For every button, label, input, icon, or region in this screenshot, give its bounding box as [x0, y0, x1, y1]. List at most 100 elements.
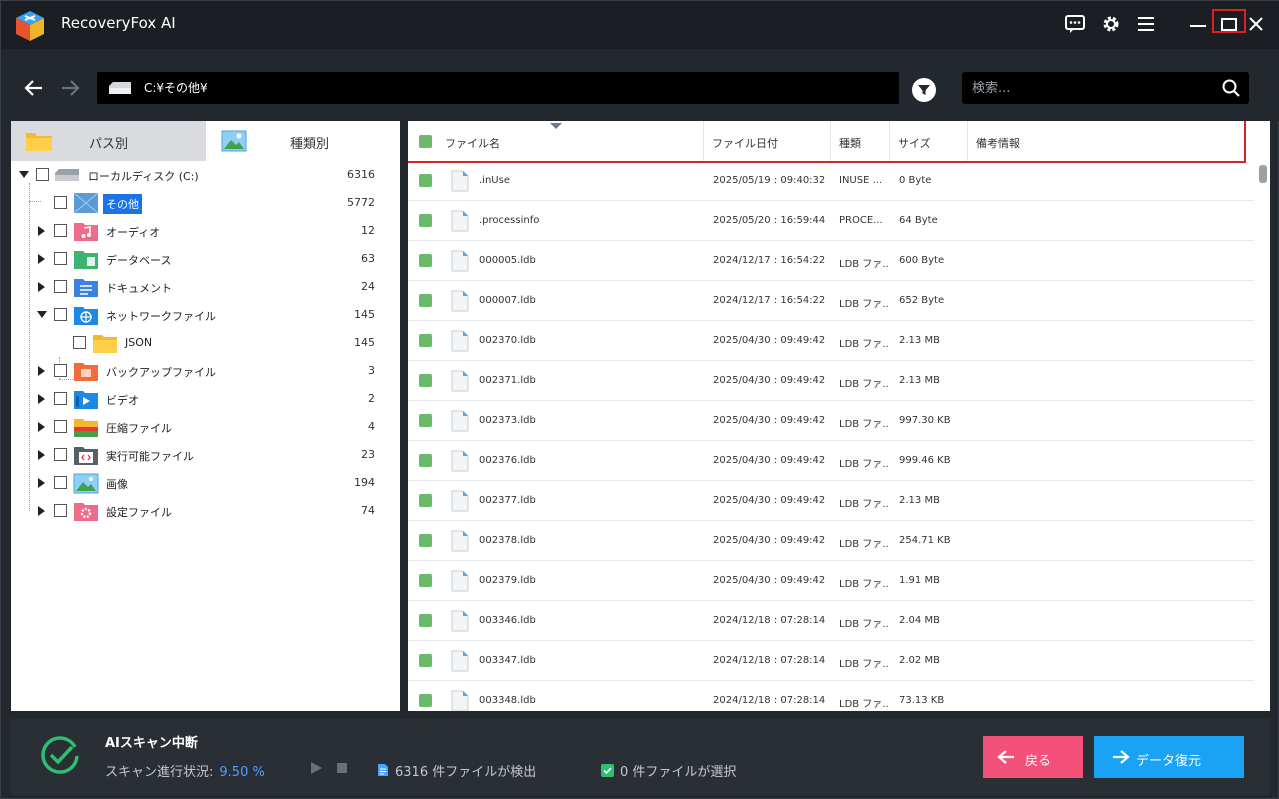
maximize-icon[interactable] [1216, 11, 1242, 37]
row-checkbox[interactable] [419, 294, 432, 307]
column-notes[interactable]: 備考情報 [968, 121, 1254, 163]
checkbox[interactable] [54, 392, 67, 405]
back-arrow-icon[interactable] [21, 75, 47, 101]
row-checkbox[interactable] [419, 654, 432, 667]
checkbox[interactable] [54, 448, 67, 461]
table-row[interactable]: 002377.ldb 2025/04/30 : 09:49:42 LDB ファ...… [408, 481, 1254, 521]
row-checkbox[interactable] [419, 214, 432, 227]
cell-type: LDB ファ... [839, 539, 889, 550]
search-input[interactable] [972, 78, 1212, 98]
collapsed-arrow-icon[interactable] [38, 394, 46, 404]
tree-node-other[interactable]: その他 5772 [11, 189, 400, 217]
back-label: 戻る [1025, 753, 1052, 768]
stop-icon[interactable] [335, 761, 349, 775]
checkbox[interactable] [54, 224, 67, 237]
checkbox[interactable] [54, 196, 67, 209]
tree-node-network[interactable]: ネットワークファイル 145 [11, 301, 400, 329]
database-folder-icon [74, 251, 98, 269]
feedback-icon[interactable] [1062, 11, 1088, 37]
checkbox[interactable] [54, 504, 67, 517]
checkbox[interactable] [54, 252, 67, 265]
table-row[interactable]: 002373.ldb 2025/04/30 : 09:49:42 LDB ファ...… [408, 401, 1254, 441]
recover-button[interactable]: データ復元 [1094, 736, 1244, 778]
cell-date: 2025/04/30 : 09:49:42 [713, 575, 826, 586]
settings-gear-icon[interactable] [1098, 11, 1124, 37]
table-row[interactable]: .processinfo 2025/05/20 : 16:59:44 PROCE..… [408, 201, 1254, 241]
tree-count: 12 [361, 224, 375, 237]
tree-node-audio[interactable]: オーディオ 12 [11, 217, 400, 245]
tree-node-video[interactable]: ビデオ 2 [11, 385, 400, 413]
row-checkbox[interactable] [419, 374, 432, 387]
forward-arrow-icon[interactable] [57, 75, 83, 101]
checkbox[interactable] [36, 168, 49, 181]
table-row[interactable]: 000005.ldb 2024/12/17 : 16:54:22 LDB ファ...… [408, 241, 1254, 281]
row-checkbox[interactable] [419, 574, 432, 587]
table-row[interactable]: 000007.ldb 2024/12/17 : 16:54:22 LDB ファ...… [408, 281, 1254, 321]
collapsed-arrow-icon[interactable] [38, 254, 46, 264]
path-bar[interactable]: C:¥その他¥ [97, 72, 899, 104]
table-row[interactable]: 003346.ldb 2024/12/18 : 07:28:14 LDB ファ...… [408, 601, 1254, 641]
row-checkbox[interactable] [419, 334, 432, 347]
table-row[interactable]: 002376.ldb 2025/04/30 : 09:49:42 LDB ファ...… [408, 441, 1254, 481]
checkbox[interactable] [54, 280, 67, 293]
collapsed-arrow-icon[interactable] [38, 226, 46, 236]
filter-icon[interactable] [912, 78, 936, 102]
tree-node-compressed[interactable]: 圧縮ファイル 4 [11, 413, 400, 441]
column-size[interactable]: サイズ [890, 121, 968, 163]
tree-node-settings[interactable]: 設定ファイル 74 [11, 497, 400, 525]
tree-node-local-disk[interactable]: ローカルディスク (C:) 6316 [11, 161, 400, 189]
tab-by-path[interactable]: パス別 [11, 121, 206, 161]
table-row[interactable]: 003348.ldb 2024/12/18 : 07:28:14 LDB ファ...… [408, 681, 1254, 711]
row-checkbox[interactable] [419, 414, 432, 427]
menu-icon[interactable] [1133, 11, 1159, 37]
row-checkbox[interactable] [419, 494, 432, 507]
tree-node-document[interactable]: ドキュメント 24 [11, 273, 400, 301]
row-checkbox[interactable] [419, 534, 432, 547]
expanded-arrow-icon[interactable] [19, 171, 29, 179]
table-row[interactable]: 002370.ldb 2025/04/30 : 09:49:42 LDB ファ...… [408, 321, 1254, 361]
tab-by-type[interactable]: 種類別 [206, 121, 400, 161]
table-row[interactable]: 002379.ldb 2025/04/30 : 09:49:42 LDB ファ...… [408, 561, 1254, 601]
table-row[interactable]: 003347.ldb 2024/12/18 : 07:28:14 LDB ファ...… [408, 641, 1254, 681]
tree-node-image[interactable]: 画像 194 [11, 469, 400, 497]
table-row[interactable]: 002378.ldb 2025/04/30 : 09:49:42 LDB ファ...… [408, 521, 1254, 561]
search-icon[interactable] [1221, 78, 1241, 98]
column-date[interactable]: ファイル日付 [704, 121, 831, 163]
document-icon [378, 764, 388, 776]
row-checkbox[interactable] [419, 614, 432, 627]
tree-node-backup[interactable]: バックアップファイル 3 [11, 357, 400, 385]
expanded-arrow-icon[interactable] [37, 311, 47, 319]
tree-node-executable[interactable]: 実行可能ファイル 23 [11, 441, 400, 469]
collapsed-arrow-icon[interactable] [38, 422, 46, 432]
column-name[interactable]: ファイル名 [408, 121, 704, 163]
row-checkbox[interactable] [419, 454, 432, 467]
collapsed-arrow-icon[interactable] [38, 478, 46, 488]
column-type[interactable]: 種類 [831, 121, 890, 163]
checkbox[interactable] [54, 476, 67, 489]
tree-node-database[interactable]: データベース 63 [11, 245, 400, 273]
tree-node-json[interactable]: JSON 145 [11, 329, 400, 357]
scrollbar-thumb[interactable] [1259, 165, 1267, 183]
app-window: RecoveryFox AI C:¥その他¥ 検索... パス別 種類別 ローカ… [0, 0, 1279, 799]
checkbox[interactable] [54, 364, 67, 377]
select-all-checkbox[interactable] [419, 135, 432, 148]
table-row[interactable]: .inUse 2025/05/19 : 09:40:32 INUSE ... 0 By… [408, 161, 1254, 201]
minimize-icon[interactable] [1185, 11, 1211, 37]
collapsed-arrow-icon[interactable] [38, 282, 46, 292]
checkbox[interactable] [54, 308, 67, 321]
table-row[interactable]: 002371.ldb 2025/04/30 : 09:49:42 LDB ファ...… [408, 361, 1254, 401]
close-icon[interactable] [1243, 11, 1269, 37]
row-checkbox[interactable] [419, 694, 432, 707]
checkbox[interactable] [54, 420, 67, 433]
collapsed-arrow-icon[interactable] [38, 366, 46, 376]
cell-name: 000005.ldb [479, 255, 536, 266]
row-checkbox[interactable] [419, 174, 432, 187]
collapsed-arrow-icon[interactable] [38, 506, 46, 516]
back-button[interactable]: 戻る [983, 736, 1083, 778]
vertical-scrollbar[interactable] [1256, 163, 1270, 711]
collapsed-arrow-icon[interactable] [38, 450, 46, 460]
cell-size: 997.30 KB [899, 415, 951, 426]
checkbox[interactable] [73, 336, 86, 349]
row-checkbox[interactable] [419, 254, 432, 267]
play-icon[interactable] [309, 761, 323, 775]
